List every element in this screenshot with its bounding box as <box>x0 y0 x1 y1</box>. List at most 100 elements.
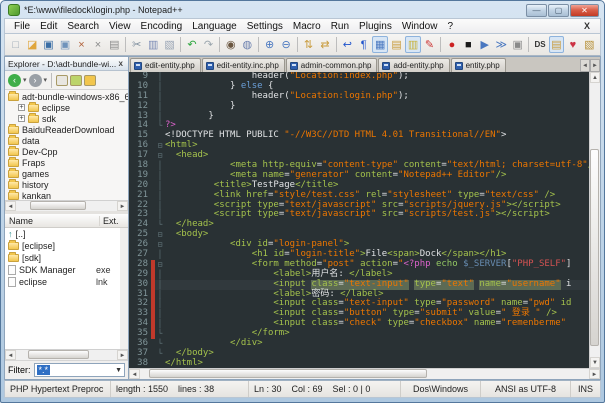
file-row[interactable]: [eclipse] <box>5 240 120 252</box>
tree-item-baidureaderdownload[interactable]: BaiduReaderDownload <box>5 124 128 135</box>
sync-horizontal-icon[interactable]: ⇄ <box>317 36 332 53</box>
tree-item-history[interactable]: history <box>5 179 128 190</box>
file-row[interactable]: SDK Managerexe <box>5 264 120 276</box>
show-all-characters-icon[interactable]: ¶ <box>356 36 371 53</box>
editor-vertical-scrollbar[interactable]: ▲ ▼ <box>589 72 600 368</box>
back-dropdown[interactable]: ▾ <box>23 76 27 84</box>
plugin-misc-icon[interactable]: ▧ <box>582 36 597 53</box>
menu-window[interactable]: Window <box>397 21 443 32</box>
status-encoding[interactable]: ANSI as UTF-8 <box>481 381 571 397</box>
tree-item-adt-bundle-windows-x86-64-2[interactable]: adt-bundle-windows-x86_64-2 <box>5 91 128 102</box>
scroll-right-arrow[interactable]: ► <box>117 201 128 211</box>
show-indent-guide-icon[interactable]: ▦ <box>372 36 387 53</box>
title-bar[interactable]: *E:\www\filedock\login.php - Notepad++ —… <box>4 1 601 18</box>
tree-item-fraps[interactable]: Fraps <box>5 157 128 168</box>
file-row[interactable]: eclipselnk <box>5 276 120 288</box>
editor-horizontal-scrollbar[interactable]: ◄ ► <box>129 368 600 379</box>
menu-plugins[interactable]: Plugins <box>354 21 397 32</box>
menu-edit[interactable]: Edit <box>35 21 62 32</box>
scroll-right-arrow[interactable]: ► <box>117 350 128 360</box>
tab-admin-common-php[interactable]: admin-common.php <box>286 58 378 72</box>
open-folder-icon[interactable] <box>84 75 96 86</box>
fold-margin-icon[interactable]: ⊟ <box>155 230 165 240</box>
scroll-thumb[interactable] <box>30 201 86 210</box>
close-button[interactable]: ✕ <box>570 4 599 17</box>
menu-[interactable]: ? <box>442 21 458 32</box>
file-row[interactable]: ↑[..] <box>5 228 120 240</box>
menu-settings[interactable]: Settings <box>242 21 288 32</box>
scroll-thumb[interactable] <box>28 350 89 359</box>
zoom-in-icon[interactable]: ⊕ <box>262 36 277 53</box>
tab-scroll-left-arrow[interactable]: ◄ <box>580 59 590 72</box>
undo-icon[interactable]: ↶ <box>184 36 199 53</box>
close-all-icon[interactable]: × <box>90 36 105 53</box>
list-horizontal-scrollbar[interactable]: ◄ ► <box>5 349 128 360</box>
tab-scroll-right-arrow[interactable]: ► <box>590 59 600 72</box>
ext-column-header[interactable]: Ext. <box>100 216 128 226</box>
run-macro-multiple-icon[interactable]: ≫ <box>493 36 508 53</box>
cut-icon[interactable]: ✂ <box>129 36 144 53</box>
tree-item-games[interactable]: games <box>5 168 128 179</box>
filter-dropdown[interactable]: *.* ▼ <box>34 363 126 377</box>
close-document-x[interactable]: X <box>578 21 596 31</box>
save-icon[interactable]: ▣ <box>41 36 56 53</box>
zoom-out-icon[interactable]: ⊖ <box>278 36 293 53</box>
monitoring-icon[interactable]: ✎ <box>422 36 437 53</box>
tree-item-sdk[interactable]: +sdk <box>5 113 128 124</box>
sync-vertical-icon[interactable]: ⇅ <box>301 36 316 53</box>
forward-button[interactable]: › <box>29 74 42 87</box>
tab-entity-php[interactable]: entity.php <box>451 58 506 72</box>
menu-file[interactable]: File <box>9 21 35 32</box>
scroll-thumb[interactable] <box>149 369 427 378</box>
explorer-plugin-icon[interactable]: ▤ <box>549 36 564 53</box>
scroll-left-arrow[interactable]: ◄ <box>5 201 16 211</box>
scroll-thumb[interactable] <box>590 149 599 346</box>
scroll-left-arrow[interactable]: ◄ <box>129 369 140 379</box>
maximize-button[interactable]: ▢ <box>548 4 569 17</box>
code-line[interactable]: 15<!DOCTYPE HTML PUBLIC "-//W3C//DTD HTM… <box>129 131 589 141</box>
menu-encoding[interactable]: Encoding <box>136 21 188 32</box>
new-doc-icon[interactable] <box>56 75 68 86</box>
tree-item-dev-cpp[interactable]: Dev-Cpp <box>5 146 128 157</box>
scroll-down-arrow[interactable]: ▼ <box>590 357 600 368</box>
tree-item-data[interactable]: data <box>5 135 128 146</box>
fold-margin-icon[interactable]: ⊟ <box>155 240 165 250</box>
minimize-button[interactable]: — <box>526 4 547 17</box>
doc-switcher-icon[interactable]: DS <box>532 36 547 53</box>
tab-edit-entity-php[interactable]: edit-entity.php <box>130 58 201 72</box>
explorer-close-button[interactable]: x <box>117 59 125 68</box>
menu-view[interactable]: View <box>104 21 136 32</box>
word-wrap-icon[interactable]: ↩ <box>340 36 355 53</box>
file-row[interactable]: [sdk] <box>5 252 120 264</box>
doc-map-icon[interactable]: ▤ <box>389 36 404 53</box>
code-line[interactable]: 38</html> <box>129 359 589 368</box>
name-column-header[interactable]: Name <box>5 216 100 226</box>
print-icon[interactable]: ▤ <box>107 36 122 53</box>
tree-horizontal-scrollbar[interactable]: ◄ ► <box>5 200 128 211</box>
code-editor[interactable]: 9│ header("Location:index.php");10│ } el… <box>129 72 589 368</box>
compare-plugin-icon[interactable]: ♥ <box>565 36 580 53</box>
tab-add-entity-php[interactable]: add-entity.php <box>378 58 449 72</box>
fold-margin-icon[interactable]: ⊟ <box>155 141 165 151</box>
paste-icon[interactable]: ▧ <box>162 36 177 53</box>
replace-icon[interactable]: ◍ <box>240 36 255 53</box>
tree-item-eclipse[interactable]: +eclipse <box>5 102 128 113</box>
open-file-icon[interactable]: ◪ <box>24 36 39 53</box>
close-icon[interactable]: × <box>74 36 89 53</box>
function-list-icon[interactable]: ▥ <box>405 36 420 53</box>
tree-expander-icon[interactable]: + <box>18 104 25 111</box>
back-button[interactable]: ‹ <box>8 74 21 87</box>
status-insert-mode[interactable]: INS <box>571 381 600 397</box>
redo-icon[interactable]: ↷ <box>201 36 216 53</box>
menu-language[interactable]: Language <box>187 21 242 32</box>
play-macro-icon[interactable]: ▶ <box>477 36 492 53</box>
fold-margin-icon[interactable]: ⊟ <box>155 260 165 270</box>
menu-macro[interactable]: Macro <box>288 21 326 32</box>
scroll-right-arrow[interactable]: ► <box>589 369 600 379</box>
sync-folder-icon[interactable] <box>70 75 82 86</box>
find-icon[interactable]: ◉ <box>223 36 238 53</box>
forward-dropdown[interactable]: ▾ <box>44 76 48 84</box>
save-all-icon[interactable]: ▣ <box>57 36 72 53</box>
stop-macro-icon[interactable]: ■ <box>461 36 476 53</box>
menu-search[interactable]: Search <box>62 21 104 32</box>
